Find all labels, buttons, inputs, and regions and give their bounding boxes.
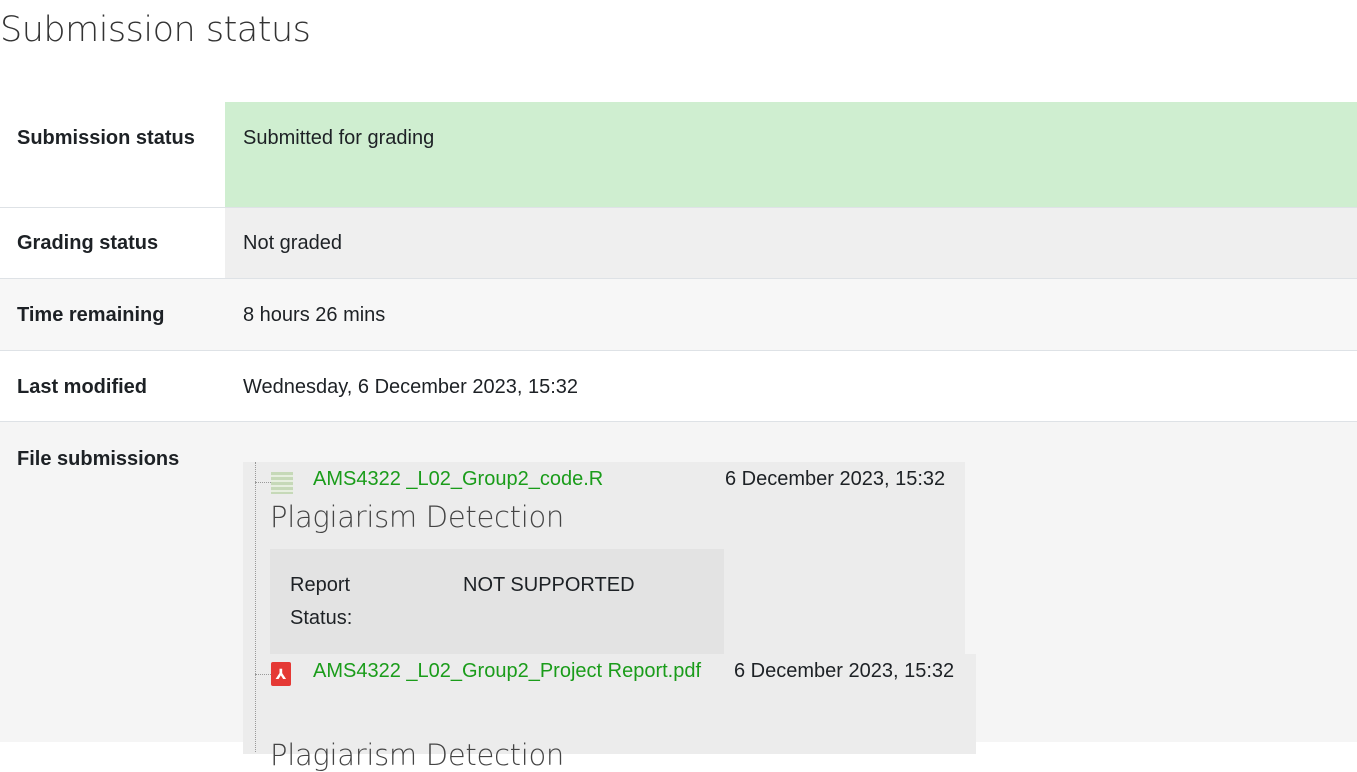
table-row: Time remaining 8 hours 26 mins: [0, 279, 1357, 351]
row-label: Submission status: [17, 127, 195, 149]
file-date: 6 December 2023, 15:32: [734, 660, 955, 682]
table-row: File submissions AMS4322 _L02_Group2_cod…: [0, 422, 1357, 772]
file-entry: ⅄ AMS4322 _L02_Group2_Project Report.pdf…: [243, 654, 976, 772]
last-modified-value: Wednesday, 6 December 2023, 15:32: [243, 376, 579, 398]
plagiarism-heading: Plagiarism Detection: [270, 500, 564, 534]
row-label: Last modified: [17, 376, 148, 398]
page-title: Submission status: [0, 10, 311, 50]
file-entry: AMS4322 _L02_Group2_code.R 6 December 20…: [243, 462, 965, 654]
report-status-value: NOT SUPPORTED: [463, 574, 635, 596]
table-row: Last modified Wednesday, 6 December 2023…: [0, 351, 1357, 422]
row-label: Time remaining: [17, 304, 165, 326]
plagiarism-heading: Plagiarism Detection: [270, 738, 564, 772]
submission-status-table: Submission status Submitted for grading …: [0, 102, 1357, 772]
submission-status-value: Submitted for grading: [225, 102, 1357, 207]
grading-status-value: Not graded: [225, 208, 1357, 278]
file-link[interactable]: AMS4322 _L02_Group2_Project Report.pdf: [313, 660, 701, 683]
file-date: 6 December 2023, 15:32: [725, 468, 946, 490]
tree-line: [255, 462, 256, 752]
tree-connector: [255, 674, 271, 675]
row-label: Grading status: [0, 208, 225, 278]
row-label: File submissions: [17, 448, 180, 470]
pdf-file-icon: ⅄: [271, 662, 291, 686]
time-remaining-value: 8 hours 26 mins: [243, 304, 386, 326]
file-submissions-tree: AMS4322 _L02_Group2_code.R 6 December 20…: [243, 462, 978, 772]
table-row: Grading status Not graded: [0, 208, 1357, 279]
table-row: Submission status Submitted for grading: [0, 102, 1357, 208]
report-status-box: Report Status: NOT SUPPORTED: [270, 549, 724, 654]
report-status-label: Report Status:: [290, 574, 353, 629]
text-file-icon: [271, 472, 293, 494]
tree-connector: [255, 482, 271, 483]
file-link[interactable]: AMS4322 _L02_Group2_code.R: [313, 468, 603, 491]
